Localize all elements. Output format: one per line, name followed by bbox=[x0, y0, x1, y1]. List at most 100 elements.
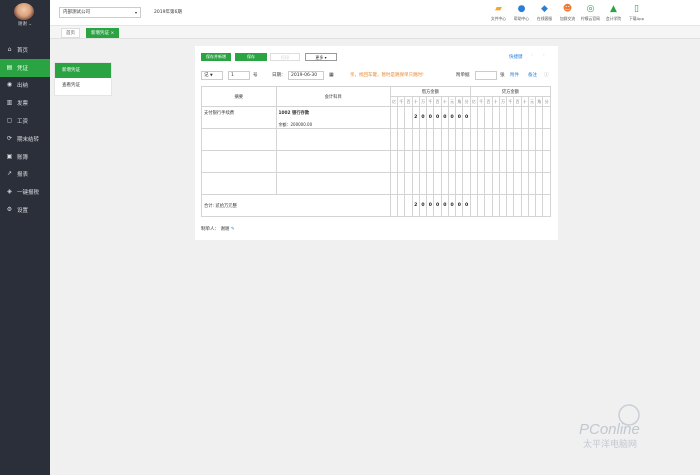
account-cell[interactable]: 1002 银行存款 余额：200000.00 bbox=[275, 106, 391, 129]
close-icon[interactable]: × bbox=[110, 31, 114, 36]
amount-digit bbox=[535, 106, 544, 129]
edit-icon[interactable]: ✎ bbox=[231, 227, 235, 232]
tool-website[interactable]: ◎ 柠檬云官网 bbox=[579, 4, 602, 22]
save-and-new-button[interactable]: 保存并新增 bbox=[201, 53, 231, 61]
sidebar-item-settings[interactable]: ⚙ 设置 bbox=[0, 201, 50, 219]
voucher-row[interactable] bbox=[201, 172, 551, 195]
amount-digit bbox=[455, 172, 464, 195]
help-icon[interactable]: ⓘ bbox=[544, 71, 549, 80]
tool-label: 文件中心 bbox=[490, 16, 507, 21]
amount-digit bbox=[520, 194, 529, 217]
note-link[interactable]: 备注 bbox=[528, 71, 537, 80]
svg-text:太平洋电脑网: 太平洋电脑网 bbox=[583, 438, 637, 450]
sidebar-item-salary[interactable]: ▢ 工资 bbox=[0, 112, 50, 130]
calendar-icon[interactable]: ▦ bbox=[329, 71, 334, 80]
sidebar-item-tax[interactable]: ◈ 一键报税 bbox=[0, 183, 50, 201]
subnav-new-voucher[interactable]: 新增凭证 bbox=[55, 63, 111, 78]
date-input[interactable]: 2019-06-30 bbox=[288, 71, 324, 80]
amount-digit bbox=[462, 172, 471, 195]
amount-digit bbox=[397, 172, 406, 195]
chevron-down-icon: ▾ bbox=[134, 10, 137, 15]
company-select[interactable]: 内部测试公司 ▾ bbox=[59, 7, 141, 18]
amount-digit bbox=[433, 128, 442, 151]
avatar[interactable] bbox=[14, 3, 34, 20]
digit-unit: 元 bbox=[527, 96, 537, 107]
sidebar-item-ledger[interactable]: ▣ 账簿 bbox=[0, 148, 50, 166]
sidebar-item-voucher[interactable]: ▤ 凭证 bbox=[0, 58, 50, 77]
sidebar-item-label: 一键报税 bbox=[17, 190, 40, 197]
accounting-period: 2019年第6期 bbox=[154, 10, 182, 15]
more-dropdown[interactable]: 更多 ▾ bbox=[305, 53, 337, 61]
account-cell[interactable] bbox=[275, 128, 391, 151]
sidebar-item-invoice[interactable]: ▥ 发票 bbox=[0, 94, 50, 112]
amount-digit bbox=[498, 128, 508, 151]
next-icon[interactable]: › bbox=[543, 53, 545, 58]
voucher-row[interactable]: 支付银行手续费 1002 银行存款 余额：200000.00 2 0 0 0 0 0 0 0 bbox=[201, 106, 551, 129]
amount-digit bbox=[462, 128, 471, 151]
amount-digit bbox=[513, 128, 522, 151]
subnav-view-voucher[interactable]: 查看凭证 bbox=[55, 78, 111, 93]
tab-home[interactable]: 首页 bbox=[61, 28, 80, 38]
sidebar-item-report[interactable]: ↗ 报表 bbox=[0, 166, 50, 184]
header-summary: 摘要 bbox=[201, 86, 277, 107]
amount-digit bbox=[498, 172, 508, 195]
sidebar: 谢谢 ⌄ ⌂ 首页 ▤ 凭证 ◉ 出纳 ▥ 发票 ▢ 工资 ⟳ 期末结转 ▣ 账簿 ↗ 报表 ◈ 一键报税 ⚙ 设置 bbox=[0, 0, 50, 475]
company-name: 内部测试公司 bbox=[63, 10, 90, 15]
attachment-link[interactable]: 附件 bbox=[510, 71, 519, 80]
period-end-icon: ⟳ bbox=[6, 134, 13, 142]
sidebar-item-period-end[interactable]: ⟳ 期末结转 bbox=[0, 130, 50, 148]
account-cell[interactable] bbox=[275, 172, 391, 195]
amount-digit bbox=[455, 150, 464, 173]
amount-digit bbox=[527, 128, 537, 151]
sidebar-item-cashier[interactable]: ◉ 出纳 bbox=[0, 77, 50, 95]
tool-phone[interactable]: ▯ 下载App bbox=[625, 4, 648, 22]
voucher-type-select[interactable]: 记 ▼ bbox=[201, 71, 223, 80]
voucher-row[interactable] bbox=[201, 150, 551, 173]
amount-digit: 0 bbox=[455, 106, 464, 129]
tool-help[interactable]: ● 帮助中心 bbox=[510, 4, 533, 22]
maker-label: 制单人： bbox=[201, 227, 219, 232]
save-button[interactable]: 保存 bbox=[235, 53, 267, 61]
amount-digit bbox=[484, 194, 493, 217]
amount-digit bbox=[476, 172, 486, 195]
amount-digit bbox=[389, 194, 399, 217]
amount-digit bbox=[498, 106, 508, 129]
header-debit: 借方金额 bbox=[389, 86, 471, 97]
prev-icon[interactable]: ‹ bbox=[531, 53, 533, 58]
tool-label: 下载App bbox=[628, 16, 644, 21]
amount-digit bbox=[513, 150, 522, 173]
attach-count-input[interactable] bbox=[475, 71, 497, 80]
amount-digit bbox=[506, 106, 515, 129]
amount-digit bbox=[506, 194, 515, 217]
amount-digit: 0 bbox=[462, 194, 471, 217]
amount-digit bbox=[397, 128, 406, 151]
summary-cell[interactable]: 支付银行手续费 bbox=[201, 106, 277, 129]
user-name-label: 谢谢 bbox=[17, 22, 27, 27]
amount-digit bbox=[476, 106, 486, 129]
summary-cell[interactable] bbox=[201, 150, 277, 173]
tool-group[interactable]: ☻ 加群交流 bbox=[556, 4, 579, 22]
tool-folder[interactable]: ▰ 文件中心 bbox=[487, 4, 510, 22]
amount-digit: 0 bbox=[418, 106, 428, 129]
tab-new-voucher[interactable]: 新增凭证 × bbox=[86, 28, 120, 38]
digit-unit: 亿 bbox=[389, 96, 399, 107]
tool-academy[interactable]: ▲ 会计学院 bbox=[602, 4, 625, 22]
digit-unit: 亿 bbox=[469, 96, 479, 107]
digit-unit: 千 bbox=[506, 96, 515, 107]
svg-text:PConline: PConline bbox=[579, 421, 640, 438]
tool-service[interactable]: ◆ 在线客服 bbox=[533, 4, 556, 22]
shortcut-link[interactable]: 快捷键 bbox=[509, 54, 523, 60]
voucher-number-input[interactable]: 1 bbox=[228, 71, 250, 80]
summary-cell[interactable] bbox=[201, 128, 277, 151]
amount-digit bbox=[404, 150, 413, 173]
user-name[interactable]: 谢谢 ⌄ bbox=[0, 21, 50, 27]
sidebar-item-label: 报表 bbox=[17, 172, 29, 179]
summary-cell[interactable] bbox=[201, 172, 277, 195]
warning-text: 亲，找回车键，暂时是跳保单只跳时! bbox=[350, 73, 424, 78]
voucher-row[interactable] bbox=[201, 128, 551, 151]
print-button[interactable]: 打印 bbox=[270, 53, 300, 61]
account-cell[interactable] bbox=[275, 150, 391, 173]
digit-unit: 百 bbox=[433, 96, 442, 107]
sidebar-item-home[interactable]: ⌂ 首页 bbox=[0, 41, 50, 59]
sidebar-item-label: 发票 bbox=[17, 101, 29, 108]
